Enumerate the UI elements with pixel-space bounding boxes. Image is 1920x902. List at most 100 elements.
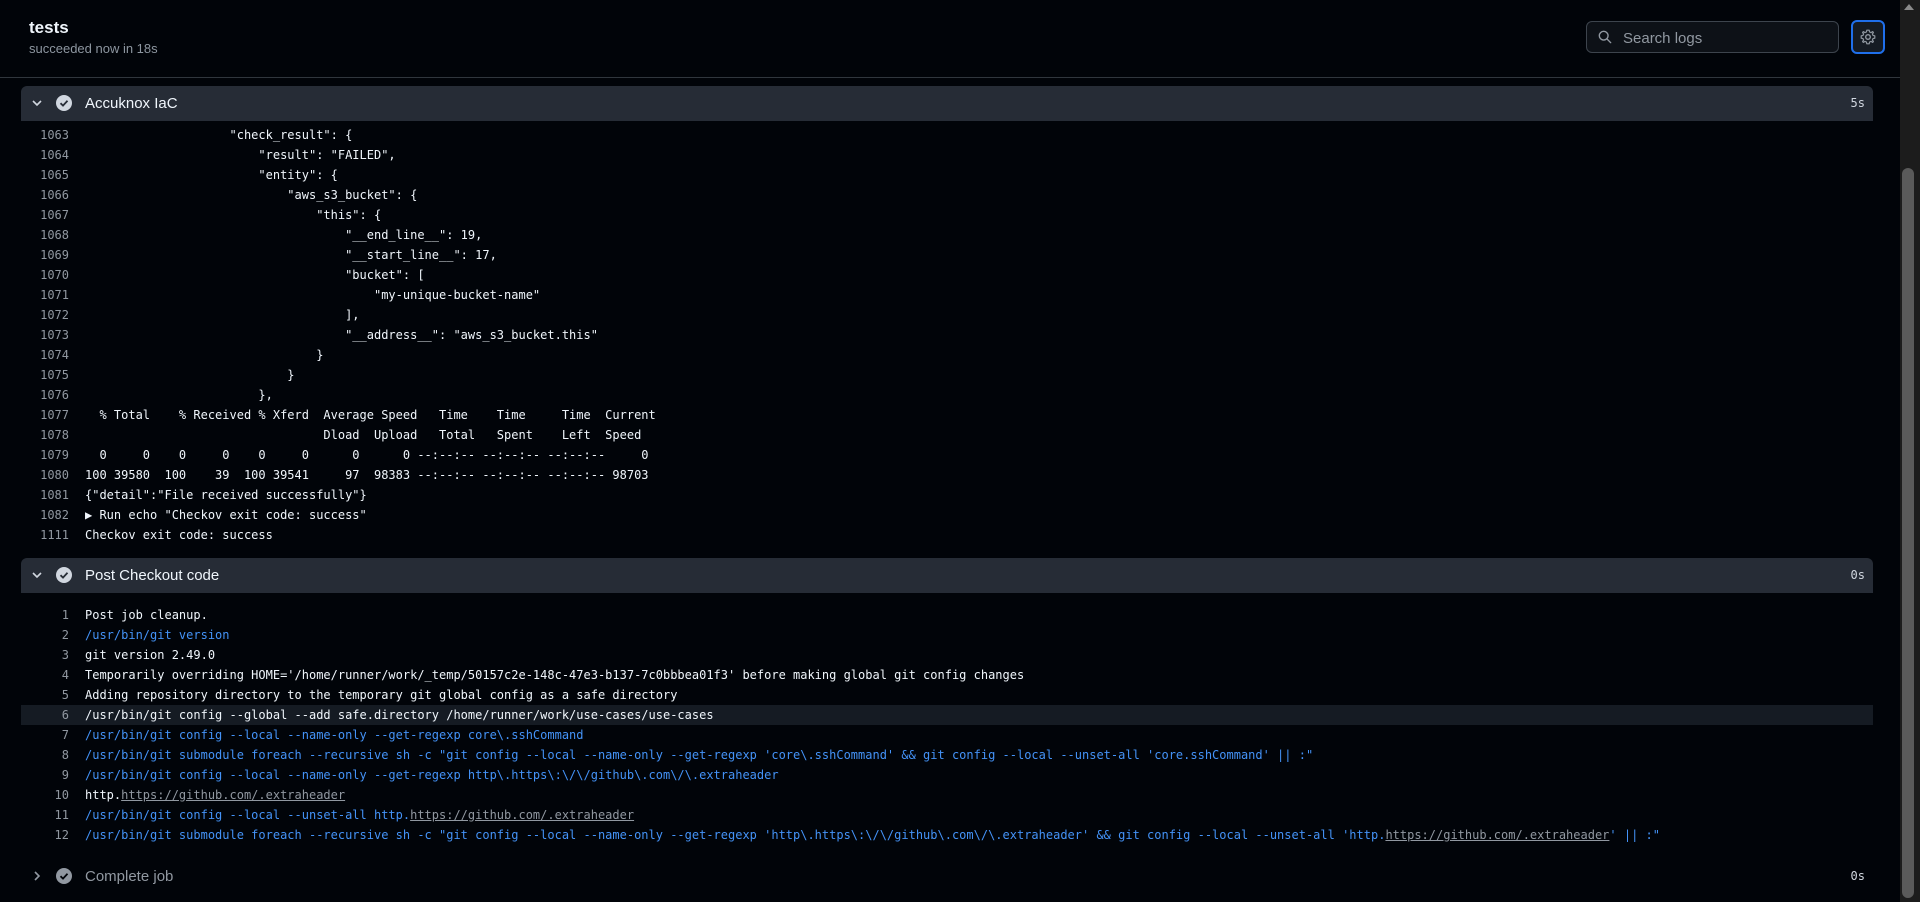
chevron-down-icon <box>32 572 42 579</box>
step-header-accuknox-iac[interactable]: Accuknox IaC 5s <box>21 86 1873 121</box>
line-number[interactable]: 1078 <box>21 425 69 445</box>
line-number[interactable]: 1111 <box>21 525 69 545</box>
step-header-complete-job[interactable]: Complete job 0s <box>21 859 1873 894</box>
log-line[interactable]: 5 Adding repository directory to the temp… <box>21 685 1873 705</box>
line-number[interactable]: 12 <box>21 825 69 845</box>
log-line[interactable]: 1 Post job cleanup. <box>21 605 1873 625</box>
line-number[interactable]: 1070 <box>21 265 69 285</box>
log-line[interactable]: 7/usr/bin/git config --local --name-only… <box>21 725 1873 745</box>
line-number[interactable]: 1071 <box>21 285 69 305</box>
line-number[interactable]: 1075 <box>21 365 69 385</box>
line-number[interactable]: 1069 <box>21 245 69 265</box>
log-line[interactable]: 1073 "__address__": "aws_s3_bucket.this" <box>21 325 1873 345</box>
line-text: } <box>85 348 324 362</box>
log-line[interactable]: 1071 "my-unique-bucket-name" <box>21 285 1873 305</box>
log-line[interactable]: 3 git version 2.49.0 <box>21 645 1873 665</box>
log-line[interactable]: 1069 "__start_line__": 17, <box>21 245 1873 265</box>
log-line[interactable]: 1070 "bucket": [ <box>21 265 1873 285</box>
log-line[interactable]: 1111 Checkov exit code: success <box>21 525 1873 545</box>
line-number[interactable]: 3 <box>21 645 69 665</box>
line-number[interactable]: 8 <box>21 745 69 765</box>
step-name: Complete job <box>85 868 174 885</box>
line-number[interactable]: 6 <box>21 705 69 725</box>
line-text: "entity": { <box>85 168 338 182</box>
log-line[interactable]: 2/usr/bin/git version <box>21 625 1873 645</box>
log-line[interactable]: 1064 "result": "FAILED", <box>21 145 1873 165</box>
settings-button[interactable] <box>1851 20 1885 54</box>
log-line[interactable]: 1075 } <box>21 365 1873 385</box>
line-number[interactable]: 1074 <box>21 345 69 365</box>
log-link[interactable]: https://github.com/.extraheader <box>121 788 345 802</box>
line-number[interactable]: 9 <box>21 765 69 785</box>
line-number[interactable]: 7 <box>21 725 69 745</box>
line-number[interactable]: 1073 <box>21 325 69 345</box>
log-link[interactable]: https://github.com/.extraheader <box>1385 828 1609 842</box>
search-logs-box[interactable] <box>1586 21 1839 54</box>
log-line[interactable]: 1072 ], <box>21 305 1873 325</box>
line-text-prefix: http. <box>85 788 122 802</box>
scrollbar-thumb[interactable] <box>1902 168 1914 898</box>
line-text: /usr/bin/git config --local --name-only … <box>85 768 779 782</box>
log-link[interactable]: https://github.com/.extraheader <box>410 808 634 822</box>
log-line[interactable]: 1081 {"detail":"File received successfull… <box>21 485 1873 505</box>
line-text: "bucket": [ <box>85 268 425 282</box>
line-number[interactable]: 1064 <box>21 145 69 165</box>
success-check-icon <box>56 95 72 111</box>
line-number[interactable]: 10 <box>21 785 69 805</box>
line-number[interactable]: 2 <box>21 625 69 645</box>
step-name: Accuknox IaC <box>85 95 178 112</box>
line-number[interactable]: 5 <box>21 685 69 705</box>
line-number[interactable]: 4 <box>21 665 69 685</box>
line-number[interactable]: 1080 <box>21 465 69 485</box>
line-text-suffix: ' || :" <box>1609 828 1660 842</box>
line-text: git version 2.49.0 <box>85 648 216 662</box>
log-line[interactable]: 1078 Dload Upload Total Spent Left Speed <box>21 425 1873 445</box>
line-number[interactable]: 1068 <box>21 225 69 245</box>
log-line[interactable]: 1068 "__end_line__": 19, <box>21 225 1873 245</box>
chevron-down-icon <box>32 100 42 107</box>
line-text: Temporarily overriding HOME='/home/runne… <box>85 668 1025 682</box>
line-number[interactable]: 1076 <box>21 385 69 405</box>
line-text: Adding repository directory to the tempo… <box>85 688 678 702</box>
line-text: /usr/bin/git submodule foreach --recursi… <box>85 748 1314 762</box>
log-line[interactable]: 11/usr/bin/git config --local --unset-al… <box>21 805 1873 825</box>
line-number[interactable]: 11 <box>21 805 69 825</box>
line-number[interactable]: 1067 <box>21 205 69 225</box>
log-line[interactable]: 1074 } <box>21 345 1873 365</box>
line-text: 0 0 0 0 0 0 0 0 --:--:-- --:--:-- --:--:… <box>85 448 649 462</box>
line-text: 100 39580 100 39 100 39541 97 98383 --:-… <box>85 468 649 482</box>
log-line[interactable]: 6/usr/bin/git config --global --add safe… <box>21 705 1873 725</box>
log-line[interactable]: 4 Temporarily overriding HOME='/home/runn… <box>21 665 1873 685</box>
log-line[interactable]: 1079 0 0 0 0 0 0 0 0 --:--:-- --:--:-- -… <box>21 445 1873 465</box>
log-line[interactable]: 1082 ▶ Run echo "Checkov exit code: succe… <box>21 505 1873 525</box>
log-line[interactable]: 1065 "entity": { <box>21 165 1873 185</box>
line-number[interactable]: 1072 <box>21 305 69 325</box>
success-check-icon <box>56 567 72 583</box>
line-number[interactable]: 1082 <box>21 505 69 525</box>
log-line[interactable]: 1076 }, <box>21 385 1873 405</box>
log-line[interactable]: 9/usr/bin/git config --local --name-only… <box>21 765 1873 785</box>
line-number[interactable]: 1063 <box>21 125 69 145</box>
log-line[interactable]: 10 http.https://github.com/.extraheader <box>21 785 1873 805</box>
line-text: /usr/bin/git version <box>85 628 230 642</box>
log-line[interactable]: 12/usr/bin/git submodule foreach --recur… <box>21 825 1873 845</box>
log-line[interactable]: 1067 "this": { <box>21 205 1873 225</box>
line-text-prefix: /usr/bin/git submodule foreach --recursi… <box>85 828 1386 842</box>
step-header-post-checkout-code[interactable]: Post Checkout code 0s <box>21 558 1873 593</box>
search-logs-input[interactable] <box>1621 22 1835 54</box>
scroll-up-arrow-icon[interactable] <box>1904 4 1914 10</box>
log-line[interactable]: 1080 100 39580 100 39 100 39541 97 98383 … <box>21 465 1873 485</box>
line-number[interactable]: 1065 <box>21 165 69 185</box>
line-number[interactable]: 1066 <box>21 185 69 205</box>
log-line[interactable]: 1066 "aws_s3_bucket": { <box>21 185 1873 205</box>
log-line[interactable]: 1063 "check_result": { <box>21 125 1873 145</box>
log-line[interactable]: 8/usr/bin/git submodule foreach --recurs… <box>21 745 1873 765</box>
line-number[interactable]: 1077 <box>21 405 69 425</box>
line-number[interactable]: 1079 <box>21 445 69 465</box>
line-number[interactable]: 1 <box>21 605 69 625</box>
log-line[interactable]: 1077 % Total % Received % Xferd Average … <box>21 405 1873 425</box>
line-text: "this": { <box>85 208 382 222</box>
line-text: } <box>85 368 295 382</box>
line-number[interactable]: 1081 <box>21 485 69 505</box>
line-text: "__address__": "aws_s3_bucket.this" <box>85 328 598 342</box>
